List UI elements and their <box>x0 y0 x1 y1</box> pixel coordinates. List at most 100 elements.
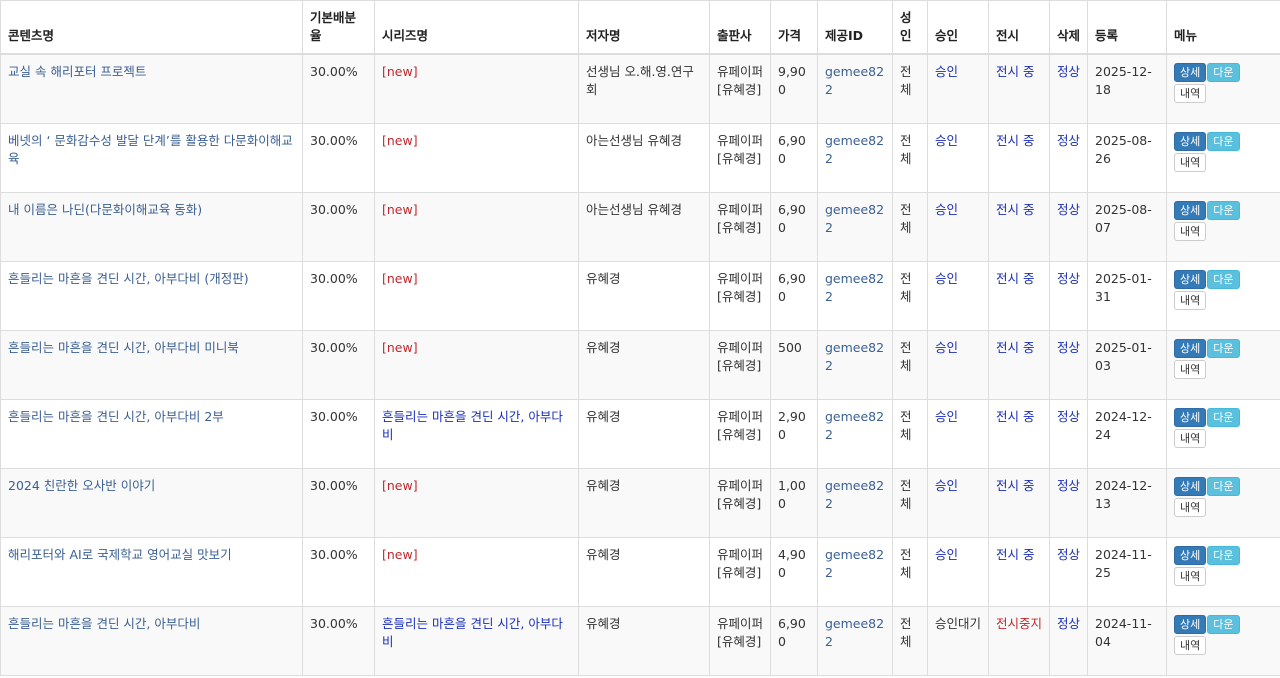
approval-status-link[interactable]: 승인대기 <box>935 616 981 631</box>
content-title-link[interactable]: 흔들리는 마흔을 견딘 시간, 아부다비 2부 <box>8 409 224 424</box>
detail-button[interactable]: 상세 <box>1174 476 1207 496</box>
content-title-link[interactable]: 교실 속 해리포터 프로젝트 <box>8 64 146 79</box>
history-button[interactable]: 내역 <box>1174 428 1207 448</box>
history-button[interactable]: 내역 <box>1174 497 1207 517</box>
history-button[interactable]: 내역 <box>1174 84 1207 103</box>
history-button[interactable]: 내역 <box>1174 221 1207 241</box>
series-link[interactable]: [new] <box>382 133 418 148</box>
content-title-link[interactable]: 2024 친란한 오사반 이야기 <box>8 478 155 493</box>
download-button[interactable]: 다운 <box>1207 269 1240 289</box>
provider-id-link[interactable]: gemee822 <box>825 547 884 580</box>
detail-button[interactable]: 상세 <box>1174 63 1207 82</box>
col-header-deleted[interactable]: 삭제 <box>1049 0 1088 55</box>
display-status-link[interactable]: 전시 중 <box>996 202 1034 217</box>
delete-status-link[interactable]: 정상 <box>1057 409 1080 424</box>
provider-id-link[interactable]: gemee822 <box>825 340 884 373</box>
delete-status-link[interactable]: 정상 <box>1057 340 1080 355</box>
approval-status-link[interactable]: 승인 <box>935 547 958 562</box>
content-title-link[interactable]: 흔들리는 마흔을 견딘 시간, 아부다비 미니북 <box>8 340 239 355</box>
col-header-price[interactable]: 가격 <box>770 0 818 55</box>
approval-status-link[interactable]: 승인 <box>935 202 958 217</box>
series-link[interactable]: [new] <box>382 547 418 562</box>
col-header-reg[interactable]: 등록 <box>1087 0 1167 55</box>
provider-id-link[interactable]: gemee822 <box>825 271 884 304</box>
col-header-series[interactable]: 시리즈명 <box>374 0 579 55</box>
detail-button[interactable]: 상세 <box>1174 200 1207 220</box>
download-button[interactable]: 다운 <box>1207 131 1240 151</box>
col-header-approval[interactable]: 승인 <box>927 0 989 55</box>
history-button[interactable]: 내역 <box>1174 152 1207 172</box>
delete-status-link[interactable]: 정상 <box>1057 616 1080 631</box>
display-status-link[interactable]: 전시 중 <box>996 478 1034 493</box>
content-title-link[interactable]: 내 이름은 나딘(다문화이해교육 동화) <box>8 202 202 217</box>
approval-status-link[interactable]: 승인 <box>935 340 958 355</box>
col-header-title[interactable]: 콘텐츠명 <box>0 0 303 55</box>
delete-status-link[interactable]: 정상 <box>1057 202 1080 217</box>
detail-button[interactable]: 상세 <box>1174 269 1207 289</box>
delete-status-link[interactable]: 정상 <box>1057 64 1080 79</box>
download-button[interactable]: 다운 <box>1207 476 1240 496</box>
display-status-link[interactable]: 전시중지 <box>996 616 1042 631</box>
col-header-uid[interactable]: 제공ID <box>817 0 893 55</box>
content-title-link[interactable]: 흔들리는 마흔을 견딘 시간, 아부다비 (개정판) <box>8 271 249 286</box>
cell-ratio: 30.00% <box>302 329 375 400</box>
series-link[interactable]: [new] <box>382 478 418 493</box>
cell-approval: 승인 <box>927 53 989 124</box>
provider-id-link[interactable]: gemee822 <box>825 64 884 97</box>
history-button[interactable]: 내역 <box>1174 635 1207 655</box>
download-button[interactable]: 다운 <box>1207 407 1240 427</box>
delete-status-link[interactable]: 정상 <box>1057 271 1080 286</box>
detail-button[interactable]: 상세 <box>1174 614 1207 634</box>
approval-status-link[interactable]: 승인 <box>935 133 958 148</box>
detail-button[interactable]: 상세 <box>1174 131 1207 151</box>
approval-status-link[interactable]: 승인 <box>935 478 958 493</box>
col-header-ratio[interactable]: 기본배분율 <box>302 0 375 55</box>
provider-id-link[interactable]: gemee822 <box>825 133 884 166</box>
series-link[interactable]: [new] <box>382 340 418 355</box>
col-header-author[interactable]: 저자명 <box>578 0 710 55</box>
col-header-adult[interactable]: 성인 <box>892 0 928 55</box>
provider-id-link[interactable]: gemee822 <box>825 478 884 511</box>
cell-reg: 2024-12-24 <box>1087 398 1167 469</box>
approval-status-link[interactable]: 승인 <box>935 409 958 424</box>
col-header-display[interactable]: 전시 <box>988 0 1050 55</box>
cell-publisher: 유페이퍼 [유혜경] <box>709 53 771 124</box>
detail-button[interactable]: 상세 <box>1174 545 1207 565</box>
provider-id-link[interactable]: gemee822 <box>825 202 884 235</box>
cell-price: 2,900 <box>770 398 818 469</box>
download-button[interactable]: 다운 <box>1207 200 1240 220</box>
history-button[interactable]: 내역 <box>1174 359 1207 379</box>
download-button[interactable]: 다운 <box>1207 63 1240 82</box>
download-button[interactable]: 다운 <box>1207 338 1240 358</box>
col-header-publisher[interactable]: 출판사 <box>709 0 771 55</box>
detail-button[interactable]: 상세 <box>1174 338 1207 358</box>
history-button[interactable]: 내역 <box>1174 566 1207 586</box>
delete-status-link[interactable]: 정상 <box>1057 133 1080 148</box>
display-status-link[interactable]: 전시 중 <box>996 64 1034 79</box>
history-button[interactable]: 내역 <box>1174 290 1207 310</box>
content-title-link[interactable]: 해리포터와 AI로 국제학교 영어교실 맛보기 <box>8 547 232 562</box>
series-link[interactable]: [new] <box>382 271 418 286</box>
table-row: 해리포터와 AI로 국제학교 영어교실 맛보기 30.00% [new] 유혜경 유페이… <box>0 536 1280 607</box>
display-status-link[interactable]: 전시 중 <box>996 271 1034 286</box>
delete-status-link[interactable]: 정상 <box>1057 478 1080 493</box>
display-status-link[interactable]: 전시 중 <box>996 547 1034 562</box>
content-title-link[interactable]: 베넷의 ‘ 문화감수성 발달 단계’를 활용한 다문화이해교육 <box>8 133 293 166</box>
content-title-link[interactable]: 흔들리는 마흔을 견딘 시간, 아부다비 <box>8 616 200 631</box>
display-status-link[interactable]: 전시 중 <box>996 133 1034 148</box>
approval-status-link[interactable]: 승인 <box>935 64 958 79</box>
detail-button[interactable]: 상세 <box>1174 407 1207 427</box>
provider-id-link[interactable]: gemee822 <box>825 616 884 649</box>
delete-status-link[interactable]: 정상 <box>1057 547 1080 562</box>
display-status-link[interactable]: 전시 중 <box>996 409 1034 424</box>
display-status-link[interactable]: 전시 중 <box>996 340 1034 355</box>
series-link[interactable]: 흔들리는 마흔을 견딘 시간, 아부다비 <box>382 409 563 442</box>
series-link[interactable]: [new] <box>382 202 418 217</box>
provider-id-link[interactable]: gemee822 <box>825 409 884 442</box>
download-button[interactable]: 다운 <box>1207 545 1240 565</box>
series-link[interactable]: [new] <box>382 64 418 79</box>
approval-status-link[interactable]: 승인 <box>935 271 958 286</box>
cell-publisher: 유페이퍼 [유혜경] <box>709 122 771 193</box>
download-button[interactable]: 다운 <box>1207 614 1240 634</box>
series-link[interactable]: 흔들리는 마흔을 견딘 시간, 아부다비 <box>382 616 563 649</box>
